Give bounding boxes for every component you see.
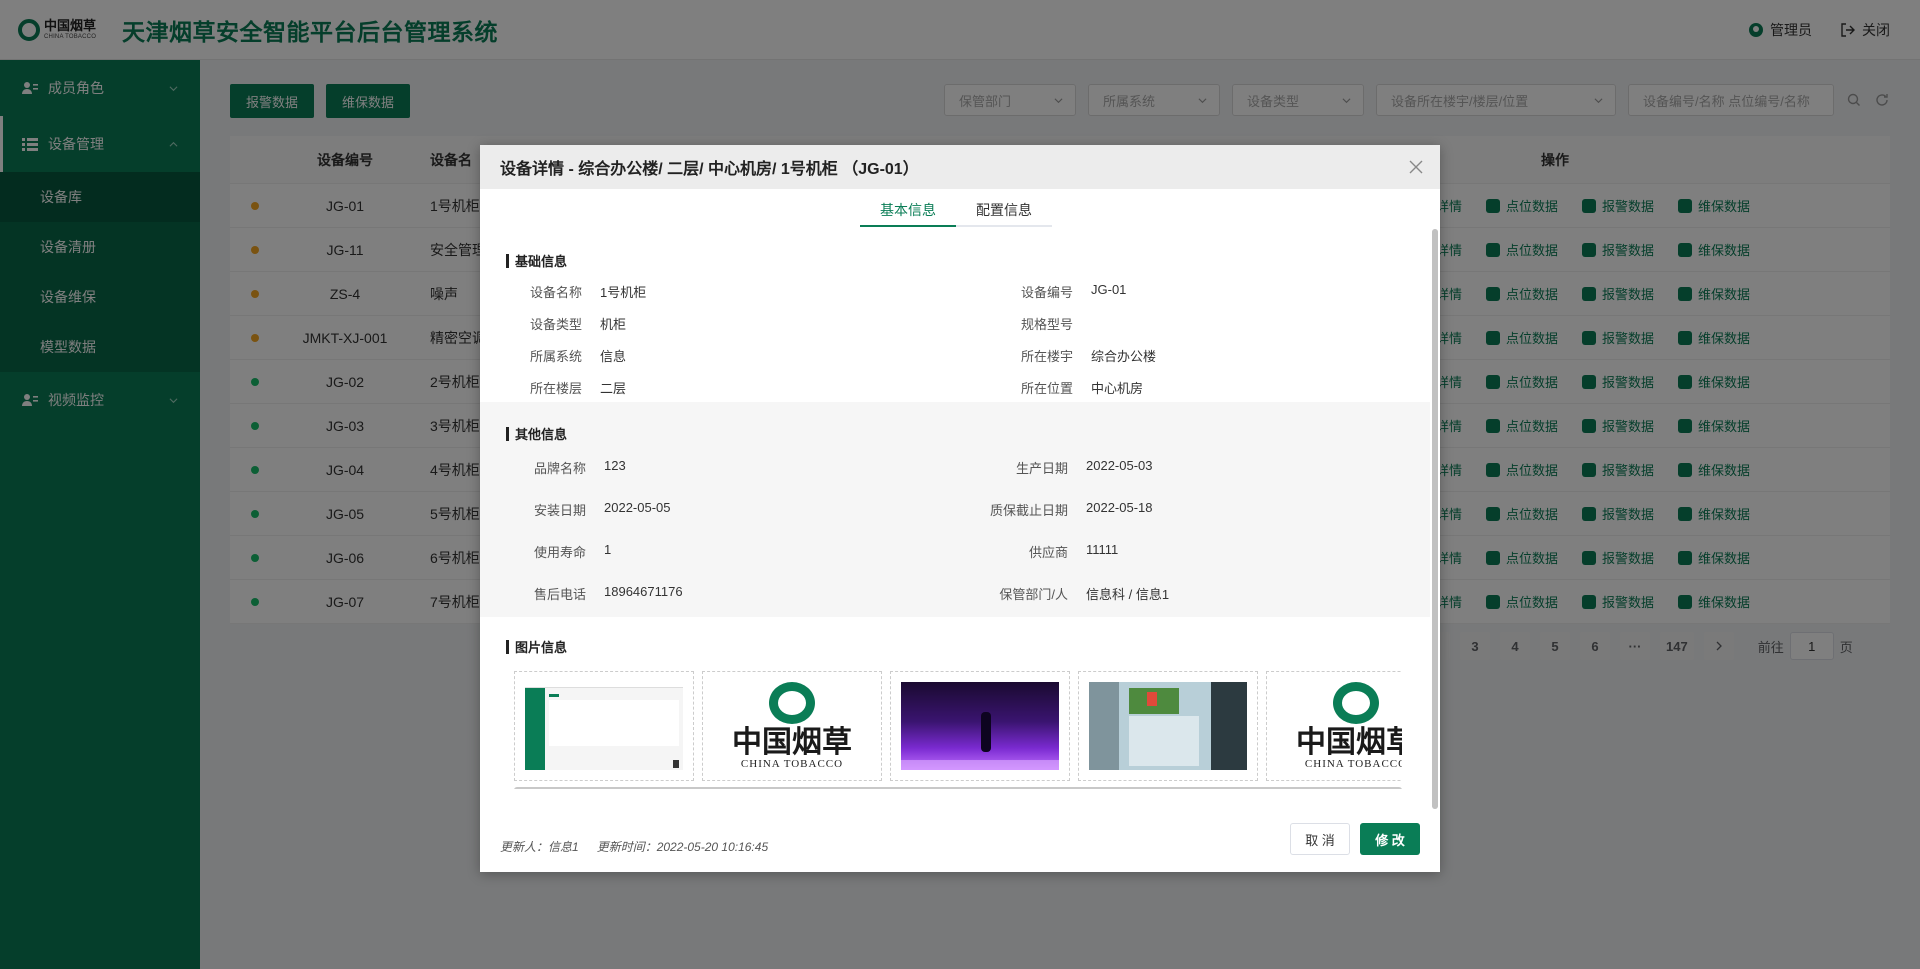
field-value: 二层 xyxy=(600,381,627,396)
section-title: 基础信息 xyxy=(480,251,567,270)
field-install-date: 安装日期 2022-05-05 xyxy=(530,500,671,519)
image-thumbnail[interactable] xyxy=(890,671,1070,781)
china-tobacco-logo: 中国烟草 CHINA TOBACCO xyxy=(1277,682,1402,770)
field-system: 所属系统 信息 xyxy=(530,346,626,365)
field-label: 保管部门/人 xyxy=(999,587,1068,602)
close-icon[interactable] xyxy=(1408,159,1424,175)
updated-by: 更新人：信息1 xyxy=(500,840,579,854)
field-brand: 品牌名称 123 xyxy=(530,458,626,477)
purple-photo-thumbnail xyxy=(901,682,1059,770)
field-value: 18964671176 xyxy=(604,584,683,599)
field-production-date: 生产日期 2022-05-03 xyxy=(970,458,1153,477)
field-label: 供应商 xyxy=(1028,545,1068,560)
field-device-name: 设备名称 1号机柜 xyxy=(530,282,646,301)
dialog-body: 基础信息 设备名称 1号机柜 设备编号 JG-01 设备类型 机柜 规格型号 所属系统… xyxy=(480,229,1430,789)
logo-mark-icon xyxy=(1333,682,1379,724)
field-label: 所在位置 xyxy=(1021,381,1074,396)
image-thumbnail[interactable]: 中国烟草 CHINA TOBACCO xyxy=(1266,671,1402,781)
field-label: 质保截止日期 xyxy=(989,503,1068,518)
field-after-sales-phone: 售后电话 18964671176 xyxy=(530,584,683,603)
field-service-life: 使用寿命 1 xyxy=(530,542,611,561)
dialog-scrollbar[interactable] xyxy=(1432,229,1438,809)
field-floor: 所在楼层 二层 xyxy=(530,378,626,397)
other-info-section: 其他信息 品牌名称 123 生产日期 2022-05-03 安装日期 2022-05-… xyxy=(480,402,1430,617)
logo-en-text: CHINA TOBACCO xyxy=(740,758,844,770)
edit-button[interactable]: 修 改 xyxy=(1360,823,1420,855)
field-value: 1号机柜 xyxy=(600,285,647,300)
field-custodian: 保管部门/人 信息科 / 信息1 xyxy=(970,584,1169,603)
field-label: 设备类型 xyxy=(530,317,583,332)
section-title: 图片信息 xyxy=(480,637,567,656)
field-label: 设备编号 xyxy=(1021,285,1074,300)
field-device-code: 设备编号 JG-01 xyxy=(1021,282,1126,301)
gallery-scrollbar[interactable] xyxy=(514,787,1402,789)
tab-config-info[interactable]: 配置信息 xyxy=(956,195,1052,225)
field-value: JG-01 xyxy=(1091,282,1127,297)
field-value: 11111 xyxy=(1086,542,1119,557)
dialog-footer: 更新人：信息1 更新时间：2022-05-20 10:16:45 取 消 修 改 xyxy=(480,812,1440,872)
field-value: 2022-05-05 xyxy=(604,500,671,515)
field-value: 2022-05-03 xyxy=(1086,458,1153,473)
field-label: 安装日期 xyxy=(533,503,586,518)
device-detail-dialog: 设备详情 - 综合办公楼/ 二层/ 中心机房/ 1号机柜 （JG-01） 基本信… xyxy=(480,145,1440,872)
field-label: 规格型号 xyxy=(1021,317,1074,332)
dialog-title: 设备详情 - 综合办公楼/ 二层/ 中心机房/ 1号机柜 （JG-01） xyxy=(500,161,919,178)
field-label: 所在楼层 xyxy=(530,381,583,396)
field-value: 信息 xyxy=(600,349,627,364)
image-thumbnail[interactable] xyxy=(514,671,694,781)
section-title: 其他信息 xyxy=(480,424,567,443)
basic-info-section: 基础信息 设备名称 1号机柜 设备编号 JG-01 设备类型 机柜 规格型号 所属系统… xyxy=(480,229,1430,402)
logo-cn-text: 中国烟草 xyxy=(1296,725,1402,760)
field-label: 所在楼宇 xyxy=(1021,349,1074,364)
china-tobacco-logo: 中国烟草 CHINA TOBACCO xyxy=(713,682,871,770)
image-info-section: 图片信息 中国烟草 CHINA TOBACCO 中国烟草 CHINA TOBAC… xyxy=(480,617,1430,787)
screenshot-thumbnail xyxy=(525,682,683,770)
field-value: 123 xyxy=(604,458,626,473)
updated-at: 更新时间：2022-05-20 10:16:45 xyxy=(596,840,769,854)
logo-en-text: CHINA TOBACCO xyxy=(1304,758,1402,770)
field-device-type: 设备类型 机柜 xyxy=(530,314,626,333)
field-building: 所在楼宇 综合办公楼 xyxy=(1021,346,1156,365)
field-warranty-date: 质保截止日期 2022-05-18 xyxy=(970,500,1153,519)
field-value: 1 xyxy=(604,542,612,557)
cancel-button[interactable]: 取 消 xyxy=(1290,823,1350,855)
dialog-tabs: 基本信息 配置信息 xyxy=(860,195,1052,227)
logo-mark-icon xyxy=(769,682,815,724)
field-value: 中心机房 xyxy=(1091,381,1144,396)
image-gallery[interactable]: 中国烟草 CHINA TOBACCO 中国烟草 CHINA TOBACCO xyxy=(514,671,1402,783)
field-label: 售后电话 xyxy=(533,587,586,602)
field-spec-model: 规格型号 xyxy=(1021,314,1091,333)
image-thumbnail[interactable]: 中国烟草 CHINA TOBACCO xyxy=(702,671,882,781)
field-label: 品牌名称 xyxy=(533,461,586,476)
dialog-header: 设备详情 - 综合办公楼/ 二层/ 中心机房/ 1号机柜 （JG-01） xyxy=(480,145,1440,189)
tab-basic-info[interactable]: 基本信息 xyxy=(860,195,956,227)
logo-cn-text: 中国烟草 xyxy=(732,725,852,760)
field-label: 生产日期 xyxy=(1015,461,1068,476)
scrollbar-thumb[interactable] xyxy=(1432,229,1438,809)
field-value: 综合办公楼 xyxy=(1091,349,1157,364)
field-label: 使用寿命 xyxy=(533,545,586,560)
field-position: 所在位置 中心机房 xyxy=(1021,378,1143,397)
field-value: 2022-05-18 xyxy=(1086,500,1153,515)
field-label: 所属系统 xyxy=(530,349,583,364)
field-value: 信息科 / 信息1 xyxy=(1086,587,1170,602)
image-thumbnail[interactable] xyxy=(1078,671,1258,781)
field-supplier: 供应商 11111 xyxy=(970,542,1118,561)
field-label: 设备名称 xyxy=(530,285,583,300)
scene-3d-thumbnail xyxy=(1089,682,1247,770)
field-value: 机柜 xyxy=(600,317,627,332)
